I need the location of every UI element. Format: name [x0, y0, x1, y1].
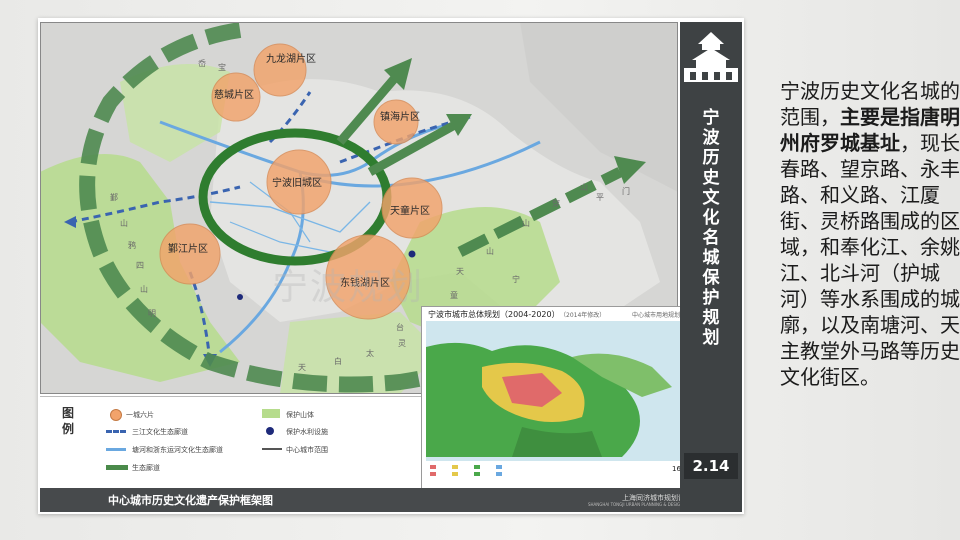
legend-item-label: 中心城市范围 — [286, 446, 328, 454]
ring-char: 穿 — [552, 199, 560, 208]
ring-char: 平 — [596, 193, 604, 202]
ring-char: 山 — [486, 247, 494, 256]
title-char: 史 — [702, 168, 720, 188]
ring-char: 鸦 — [128, 241, 136, 250]
ring-char: 山 — [120, 219, 128, 228]
legend-title: 图例 — [62, 406, 75, 436]
ring-char: 宁 — [512, 275, 520, 284]
title-char: 保 — [702, 268, 720, 288]
map-footer-bar: 中心城市历史文化遗产保护框架图 上海同济城市规划设计研究院 SHANGHAI T… — [40, 488, 713, 512]
vertical-title: 宁 波 历 史 文 化 名 城 保 护 规 划 — [680, 108, 742, 348]
description-text: 宁波历史文化名城的范围，主要是指唐明州府罗城基址，现长春路、望京路、永丰路、和义… — [780, 78, 960, 390]
title-char: 护 — [702, 288, 720, 308]
ring-char: 山 — [580, 183, 588, 192]
ring-char: 童 — [450, 291, 458, 300]
circle-swatch-icon — [110, 409, 122, 421]
ring-char: 门 — [622, 187, 630, 196]
title-char: 化 — [702, 208, 720, 228]
ring-char: 鄞 — [110, 193, 118, 202]
ring-char: 宝 — [218, 63, 226, 72]
water-facility-dot — [408, 250, 416, 258]
legend-item-label: 三江文化生态廊道 — [132, 428, 188, 436]
ring-char: 天 — [456, 267, 464, 276]
zone-label-jiulonghu: 九龙湖片区 — [266, 54, 316, 65]
zone-label-yinjiang: 鄞江片区 — [168, 244, 208, 255]
rect-swatch-icon — [262, 409, 280, 418]
ring-char: 山 — [140, 285, 148, 294]
title-char: 历 — [702, 148, 720, 168]
zone-label-zhenhai: 镇海片区 — [380, 112, 420, 123]
description-part-2: ，现长春路、望京路、永丰路、和义路、江厦街、灵桥路围成的区域，和奉化江、余姚江、… — [780, 131, 960, 389]
map-legend: 图例 一城六片 保护山体 三江文化生态廊道 保护水利设施 塘河和浙东运河文化生态… — [40, 396, 422, 487]
page-number-badge: 2.14 — [684, 453, 738, 479]
title-char: 划 — [702, 328, 720, 348]
pagoda-logo-icon — [684, 32, 738, 82]
ring-char: 天 — [298, 363, 306, 372]
title-char: 名 — [702, 228, 720, 248]
inset-master-plan-map: 宁波市城市总体规划（2004-2020） （2014年修改） 中心城市用地规划图… — [421, 306, 686, 490]
inset-drawing — [426, 321, 681, 487]
vertical-title-bar: 宁 波 历 史 文 化 名 城 保 护 规 划 — [680, 22, 742, 512]
footer-title: 中心城市历史文化遗产保护框架图 — [108, 494, 273, 507]
ring-char: 白 — [334, 357, 342, 366]
title-char: 宁 — [702, 108, 720, 128]
title-char: 波 — [702, 128, 720, 148]
ring-char: 四 — [136, 261, 144, 270]
ring-char: 山 — [522, 219, 530, 228]
ring-char: 台 — [396, 323, 404, 332]
ring-char: 太 — [366, 349, 374, 358]
ring-char: 明 — [148, 309, 156, 318]
dashed-arrow-swatch-icon — [106, 430, 126, 433]
zone-label-cicheng: 慈城片区 — [214, 90, 254, 101]
green-corridor-swatch-icon — [106, 465, 128, 470]
legend-item-label: 保护水利设施 — [286, 428, 328, 436]
river-swatch-icon — [106, 448, 126, 451]
watermark-text: 宁波规划 — [272, 267, 425, 308]
dot-swatch-icon — [266, 427, 274, 435]
ring-char: 岙 — [198, 59, 206, 68]
legend-item-label: 塘河和浙东运河文化生态廊道 — [132, 446, 223, 454]
boundary-swatch-icon — [262, 448, 282, 450]
title-char: 城 — [702, 248, 720, 268]
legend-item-label: 一城六片 — [126, 411, 154, 419]
zone-label-old-city: 宁波旧城区 — [272, 178, 322, 189]
title-char: 规 — [702, 308, 720, 328]
title-char: 文 — [702, 188, 720, 208]
ring-char: 灵 — [398, 339, 406, 348]
legend-item-label: 生态廊道 — [132, 464, 160, 472]
zone-label-tiantong: 天童片区 — [390, 206, 430, 217]
legend-item-label: 保护山体 — [286, 411, 314, 419]
